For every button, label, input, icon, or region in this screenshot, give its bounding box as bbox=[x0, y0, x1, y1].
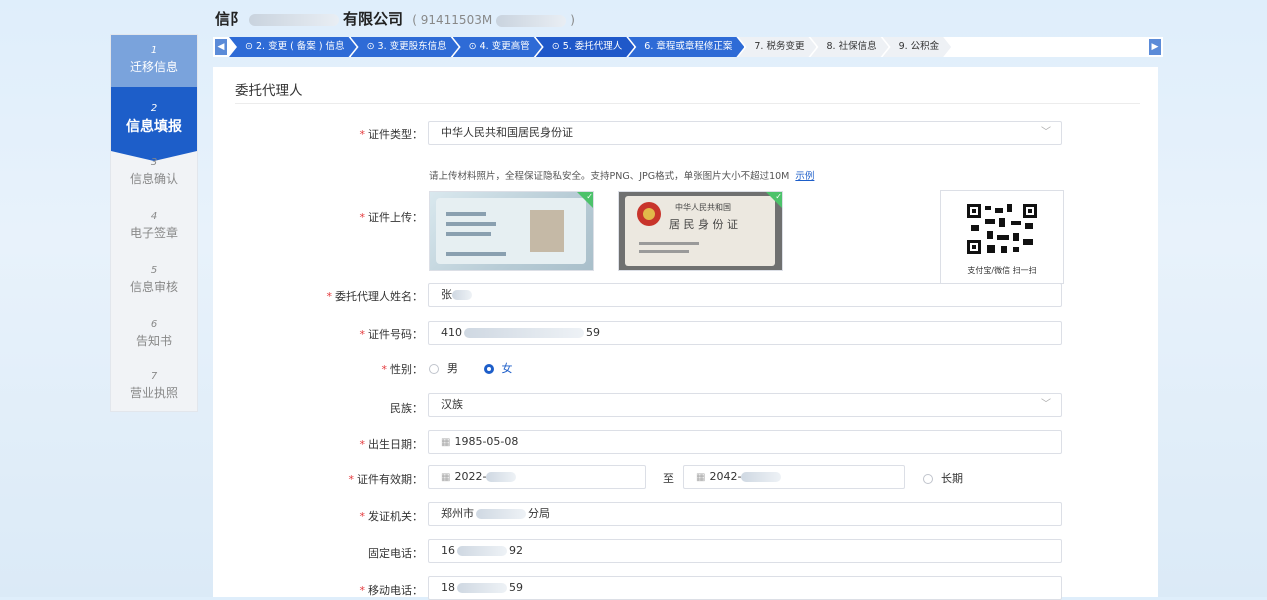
ethnicity-select[interactable]: 汉族 ﹀ bbox=[428, 393, 1062, 417]
step-housing-fund[interactable]: 9. 公积金 bbox=[883, 37, 952, 57]
divider bbox=[235, 103, 1140, 104]
id-number-input[interactable]: 410 59 bbox=[428, 321, 1062, 345]
example-link[interactable]: 示例 bbox=[795, 171, 814, 182]
step-progress-bar: ◀ ⊙ 2. 变更 ( 备案 ) 信息 ⊙ 3. 变更股东信息 ⊙ 4. 变更高… bbox=[213, 37, 1163, 57]
calendar-icon: ▦ bbox=[441, 437, 451, 448]
redacted-block bbox=[486, 472, 517, 482]
redacted-block bbox=[496, 14, 567, 27]
issuer-label: * 发证机关： bbox=[359, 510, 424, 523]
gender-label: * 性别： bbox=[381, 363, 424, 376]
step-list: ⊙ 2. 变更 ( 备案 ) 信息 ⊙ 3. 变更股东信息 ⊙ 4. 变更高管 … bbox=[229, 37, 945, 57]
redacted-block bbox=[452, 290, 472, 300]
long-term-option[interactable]: 长期 bbox=[923, 470, 963, 486]
redacted-block bbox=[741, 472, 782, 482]
calendar-icon: ▦ bbox=[696, 472, 706, 483]
agent-name-label: * 委托代理人姓名： bbox=[326, 290, 424, 303]
gender-female-option[interactable]: 女 bbox=[483, 362, 513, 375]
sidebar-item-fill-info[interactable]: 2 信息填报 bbox=[111, 87, 197, 151]
validity-label: * 证件有效期： bbox=[348, 473, 424, 486]
chevron-down-icon: ﹀ bbox=[1041, 127, 1051, 138]
id-front-photo[interactable]: 中华人民共和国 居 民 身 份 证 ✓ bbox=[618, 191, 783, 271]
id-type-select[interactable]: 中华人民共和国居民身份证 ﹀ bbox=[428, 121, 1062, 145]
id-front-subtitle: 居 民 身 份 证 bbox=[669, 218, 738, 231]
qr-code-panel[interactable]: 支付宝/微信 扫一扫 bbox=[940, 190, 1064, 284]
calendar-icon: ▦ bbox=[441, 472, 451, 483]
radio-icon bbox=[923, 474, 933, 484]
sidebar-item-review[interactable]: 5 信息审核 bbox=[111, 265, 197, 295]
sidebar-item-confirm[interactable]: 3 信息确认 bbox=[111, 157, 197, 187]
redacted-block bbox=[476, 509, 526, 519]
validity-to-text: 至 bbox=[663, 472, 674, 485]
uploaded-check-icon: ✓ bbox=[766, 192, 782, 208]
company-name-prefix: 信阝 bbox=[215, 10, 246, 28]
step-shareholder-change[interactable]: ⊙ 3. 变更股东信息 bbox=[351, 37, 459, 57]
validity-end-picker[interactable]: ▦ 2042- bbox=[683, 465, 905, 489]
sidebar-item-e-signature[interactable]: 4 电子签章 bbox=[111, 211, 197, 241]
qr-code-icon bbox=[967, 204, 1037, 254]
process-sidebar: 1 迁移信息 2 信息填报 3 信息确认 4 电子签章 5 信息审核 6 告知书 7 营业执照 bbox=[110, 34, 198, 412]
mobile-label: * 移动电话： bbox=[359, 584, 424, 597]
birth-date-label: * 出生日期： bbox=[359, 438, 424, 451]
step-change-info[interactable]: ⊙ 2. 变更 ( 备案 ) 信息 bbox=[229, 37, 357, 57]
section-title: 委托代理人 bbox=[235, 83, 303, 99]
sidebar-item-migrate[interactable]: 1 迁移信息 bbox=[111, 35, 197, 87]
birth-date-picker[interactable]: ▦ 1985-05-08 bbox=[428, 430, 1062, 454]
issuer-input[interactable]: 郑州市 分局 bbox=[428, 502, 1062, 526]
upload-label: * 证件上传： bbox=[359, 211, 424, 224]
landline-label: 固定电话： bbox=[368, 547, 423, 560]
credit-code: ( 91411503M) bbox=[412, 13, 575, 27]
agent-form-card: 委托代理人 * 证件类型： 中华人民共和国居民身份证 ﹀ 请上传材料照片，全程保证隐… bbox=[213, 67, 1158, 600]
id-number-label: * 证件号码： bbox=[359, 328, 424, 341]
ethnicity-label: 民族： bbox=[390, 402, 423, 415]
step-articles[interactable]: 6. 章程或章程修正案 bbox=[628, 37, 744, 57]
gender-male-option[interactable]: 男 bbox=[429, 362, 458, 375]
agent-name-input[interactable]: 张 bbox=[428, 283, 1062, 307]
uploaded-check-icon: ✓ bbox=[577, 192, 593, 208]
id-type-label: * 证件类型： bbox=[359, 128, 424, 141]
id-back-photo[interactable]: ✓ bbox=[429, 191, 594, 271]
id-front-title: 中华人民共和国 bbox=[675, 203, 731, 212]
upload-hint: 请上传材料照片，全程保证隐私安全。支持PNG、JPG格式，单张图片大小不超过10… bbox=[429, 171, 815, 182]
step-tax-change[interactable]: 7. 税务变更 bbox=[738, 37, 816, 57]
step-social-security[interactable]: 8. 社保信息 bbox=[810, 37, 888, 57]
step-executive-change[interactable]: ⊙ 4. 变更高管 bbox=[453, 37, 542, 57]
gender-radio-group: 男 女 bbox=[429, 360, 513, 376]
landline-input[interactable]: 16 92 bbox=[428, 539, 1062, 563]
redacted-block bbox=[457, 546, 507, 556]
sidebar-item-notice[interactable]: 6 告知书 bbox=[111, 319, 197, 349]
mobile-input[interactable]: 18 59 bbox=[428, 576, 1062, 600]
redacted-block bbox=[464, 328, 584, 338]
radio-icon bbox=[429, 364, 439, 374]
validity-start-picker[interactable]: ▦ 2022- bbox=[428, 465, 646, 489]
radio-selected-icon bbox=[483, 364, 494, 374]
redacted-block bbox=[457, 583, 507, 593]
chevron-down-icon: ﹀ bbox=[1041, 399, 1051, 410]
step-scroll-right-button[interactable]: ▶ bbox=[1149, 39, 1161, 55]
step-agent[interactable]: ⊙ 5. 委托代理人 bbox=[536, 37, 635, 57]
qr-caption: 支付宝/微信 扫一扫 bbox=[967, 266, 1037, 275]
sidebar-item-license[interactable]: 7 营业执照 bbox=[111, 371, 197, 401]
redacted-block bbox=[249, 13, 340, 26]
step-scroll-left-button[interactable]: ◀ bbox=[215, 39, 227, 55]
company-name-suffix: 有限公司 bbox=[343, 10, 404, 28]
company-title: 信阝 有限公司 ( 91411503M) bbox=[215, 8, 575, 29]
